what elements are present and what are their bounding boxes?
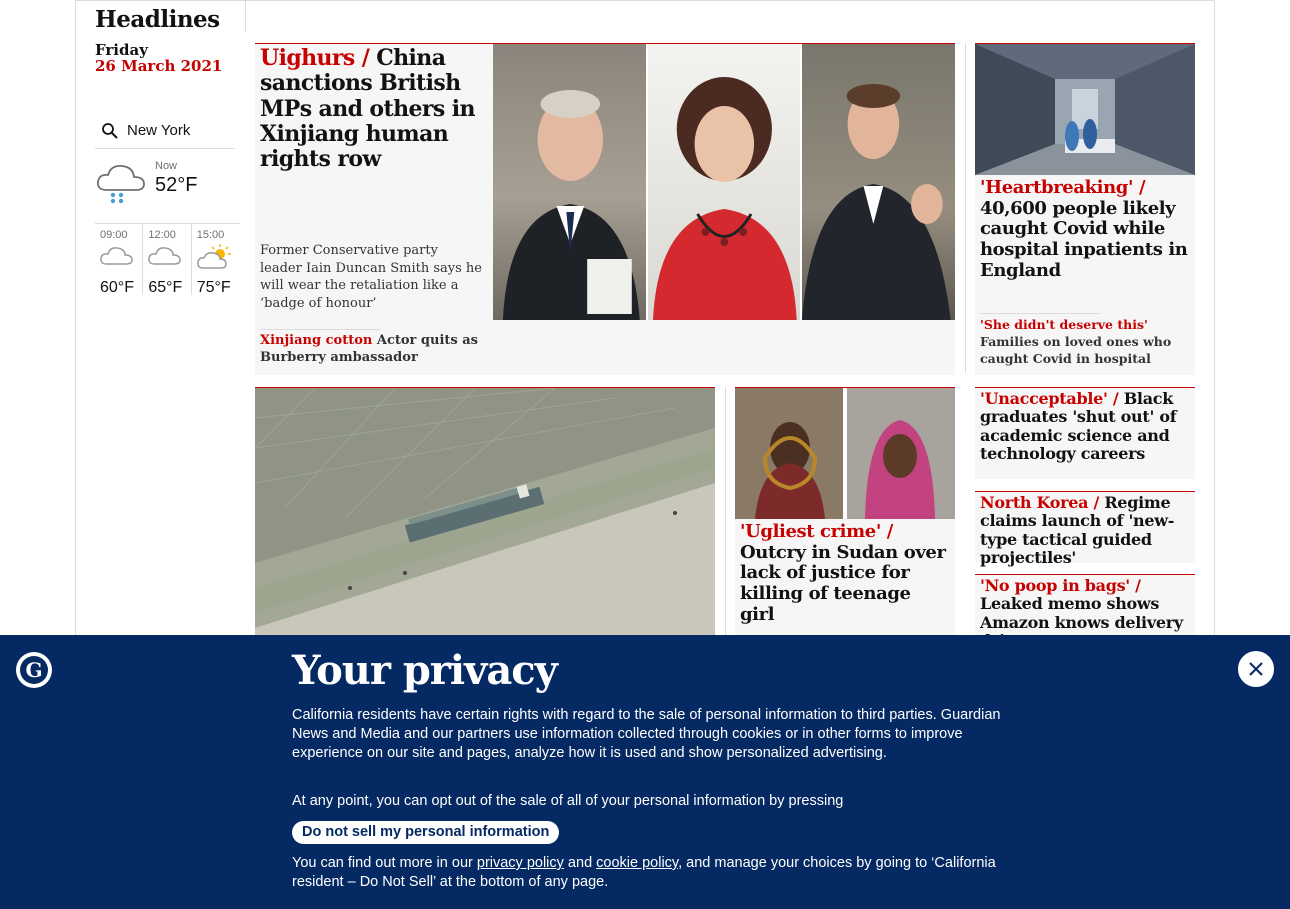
section-title: Headlines	[95, 6, 220, 33]
forecast-item: 09:00 60°F	[95, 224, 144, 296]
cookie-policy-link[interactable]: cookie policy	[596, 855, 678, 871]
hospital-corridor-image	[975, 44, 1195, 175]
covid-story-kicker: 'Heartbreaking' /	[980, 177, 1146, 198]
sublink-kicker: Xinjiang cotton	[260, 333, 377, 348]
cloud-icon	[99, 244, 133, 272]
forecast-time: 09:00	[100, 229, 128, 241]
main-story-image[interactable]	[493, 44, 956, 320]
forecast-item: 12:00 65°F	[143, 224, 192, 296]
portrait-photo	[645, 44, 801, 320]
main-story-kicker: Uighurs /	[260, 45, 377, 71]
privacy-text-start: You can find out more in our	[292, 855, 477, 871]
do-not-sell-button[interactable]: Do not sell my personal information	[292, 821, 560, 844]
cloud-icon	[147, 244, 182, 272]
forecast-time: 15:00	[196, 229, 225, 241]
forecast-item: 15:00 75°F	[192, 224, 240, 296]
forecast-temp: 60°F	[100, 279, 134, 296]
portrait-photo	[493, 44, 646, 320]
weather-now-label: Now	[155, 160, 178, 172]
korea-story-card[interactable]: North Korea / Regime claims launch of 'n…	[975, 491, 1195, 567]
amazon-story-title: Leaked memo shows Amazon knows delivery …	[980, 594, 1183, 636]
privacy-paragraph: You can find out more in our privacy pol…	[292, 854, 1002, 892]
weather-now-temp: 52°F	[155, 174, 198, 196]
covid-story-sublink[interactable]: 'She didn't deserve this' Families on lo…	[980, 317, 1190, 368]
graduates-story-kicker: 'Unacceptable' /	[980, 389, 1124, 408]
covid-story-title: 40,600 people likely caught Covid while …	[980, 197, 1188, 281]
page-frame-top	[75, 0, 1215, 1]
main-story-card[interactable]: Uighurs / China sanctions British MPs an…	[255, 43, 956, 375]
main-story-standfirst: Former Conservative party leader Iain Du…	[260, 243, 482, 311]
covid-story-headline[interactable]: 'Heartbreaking' / 40,600 people likely c…	[980, 177, 1190, 281]
search-icon	[102, 122, 118, 139]
sublink-text: Families on loved ones who caught Covid …	[980, 333, 1172, 366]
close-banner-button[interactable]	[1238, 651, 1274, 687]
column-divider-lower	[725, 387, 726, 637]
korea-story-headline[interactable]: North Korea / Regime claims launch of 'n…	[975, 492, 1195, 576]
page-frame-right	[1214, 0, 1215, 640]
weather-location-search[interactable]: New York	[95, 113, 235, 149]
forecast-temp: 65°F	[148, 279, 183, 296]
sublink-divider	[260, 329, 380, 330]
privacy-policy-link[interactable]: privacy policy	[477, 855, 564, 871]
korea-story-kicker: North Korea /	[980, 493, 1105, 512]
amazon-story-headline[interactable]: 'No poop in bags' / Leaked memo shows Am…	[975, 575, 1195, 636]
weather-forecast: 09:00 60°F 12:00 65°F 15:00 75°F	[95, 223, 240, 296]
sublink-divider	[980, 313, 1100, 314]
sudan-story-card[interactable]: 'Ugliest crime' / Outcry in Sudan over l…	[735, 387, 955, 647]
sudan-story-image	[735, 388, 955, 519]
rain-cloud-icon	[95, 160, 147, 208]
privacy-title: Your privacy	[292, 647, 558, 694]
close-icon	[1249, 662, 1263, 676]
covid-story-card[interactable]: 'Heartbreaking' / 40,600 people likely c…	[975, 43, 1195, 375]
forecast-time: 12:00	[148, 229, 176, 241]
sudan-story-headline[interactable]: 'Ugliest crime' / Outcry in Sudan over l…	[740, 521, 950, 625]
date-full: 26 March 2021	[95, 57, 223, 75]
sublink-kicker: 'She didn't deserve this'	[980, 317, 1148, 332]
page-frame-left	[75, 0, 76, 640]
privacy-paragraph: California residents have certain rights…	[292, 707, 1001, 761]
suez-story-card[interactable]	[255, 387, 715, 647]
column-divider	[965, 43, 966, 373]
weather-location: New York	[127, 122, 191, 139]
sudan-story-title: Outcry in Sudan over lack of justice for…	[740, 541, 946, 625]
sudan-story-kicker: 'Ugliest crime' /	[740, 521, 893, 542]
portrait-photo	[800, 44, 956, 320]
privacy-paragraph: At any point, you can opt out of the sal…	[292, 793, 844, 809]
graduates-story-card[interactable]: 'Unacceptable' / Black graduates 'shut o…	[975, 387, 1195, 479]
amazon-story-card[interactable]: 'No poop in bags' / Leaked memo shows Am…	[975, 574, 1195, 636]
suez-canal-image	[255, 388, 715, 647]
svg-text:G: G	[25, 658, 42, 682]
header-divider	[245, 0, 246, 32]
privacy-banner: G Your privacy California residents have…	[0, 635, 1290, 909]
sun-cloud-icon	[196, 244, 234, 276]
guardian-logo-icon: G	[16, 652, 52, 688]
privacy-text-and: and	[563, 855, 597, 871]
main-story-headline[interactable]: Uighurs / China sanctions British MPs an…	[260, 45, 485, 172]
main-story-sublink[interactable]: Xinjiang cotton Actor quits as Burberry …	[260, 333, 480, 367]
forecast-temp: 75°F	[196, 279, 231, 296]
graduates-story-headline[interactable]: 'Unacceptable' / Black graduates 'shut o…	[975, 388, 1195, 472]
amazon-story-kicker: 'No poop in bags' /	[980, 576, 1141, 595]
